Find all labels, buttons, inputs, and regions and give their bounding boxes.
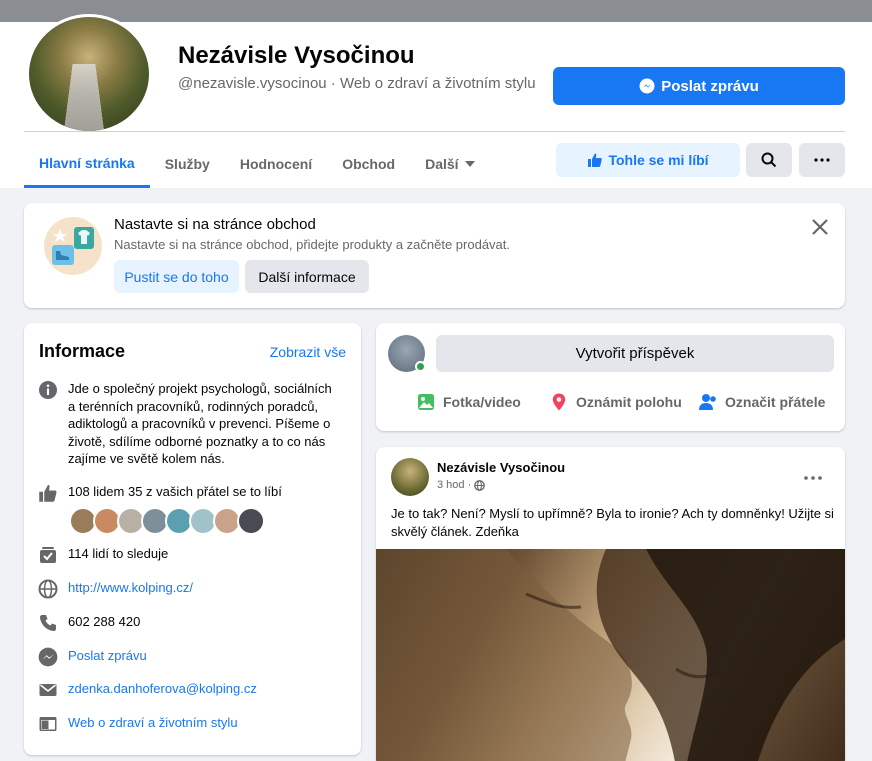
tab-more[interactable]: Další (410, 140, 489, 188)
tag-friends-label: Označit přátele (725, 394, 826, 410)
like-button[interactable]: Tohle se mi líbí (556, 143, 740, 177)
start-shop-button[interactable]: Pustit se do toho (114, 260, 239, 293)
tab-home[interactable]: Hlavní stránka (24, 140, 150, 188)
close-icon[interactable] (810, 217, 830, 237)
messenger-link[interactable]: Poslat zprávu (68, 647, 332, 667)
see-all-link[interactable]: Zobrazit vše (270, 344, 346, 360)
likes-row: 108 lidem 35 z vašich přátel se to líbí (38, 483, 332, 503)
website-row: http://www.kolping.cz/ (38, 579, 332, 599)
caret-down-icon (464, 161, 475, 167)
page-title: Nezávisle Vysočinou (178, 42, 415, 69)
web-category-icon (38, 714, 58, 734)
thumbs-up-icon (588, 153, 603, 167)
tab-more-label: Další (425, 156, 459, 172)
online-indicator (415, 361, 426, 372)
shop-setup-card: Nastavte si na stránce obchod Nastavte s… (24, 203, 845, 308)
website-link[interactable]: http://www.kolping.cz/ (68, 579, 332, 599)
tag-friends-button[interactable]: Označit přátele (698, 392, 825, 412)
category-link[interactable]: Web o zdraví a životním stylu (68, 714, 332, 734)
tab-services[interactable]: Služby (150, 140, 225, 188)
messenger-icon (38, 647, 58, 667)
like-label: Tohle se mi líbí (608, 152, 709, 168)
post-card: Nezávisle Vysočinou 3 hod · Je to tak? N… (376, 447, 845, 761)
shop-title: Nastavte si na stránce obchod (114, 216, 316, 233)
messenger-icon (639, 78, 655, 94)
phone-row: 602 288 420 (38, 613, 332, 633)
follow-icon (38, 545, 58, 565)
info-title: Informace (39, 341, 126, 361)
globe-icon (474, 479, 486, 491)
create-post-card: Vytvořit příspěvek Fotka/video Oznámit p… (376, 323, 845, 431)
likes-text: 108 lidem 35 z vašich přátel se to líbí (68, 484, 282, 499)
tab-shop[interactable]: Obchod (327, 140, 410, 188)
post-image[interactable] (376, 549, 845, 761)
followers-text: 114 lidí to sleduje (68, 546, 169, 561)
check-in-button[interactable]: Oznámit polohu (549, 392, 682, 412)
friend-avatar[interactable] (237, 507, 265, 535)
top-cover-strip (0, 0, 872, 22)
search-button[interactable] (746, 143, 792, 177)
photo-video-label: Fotka/video (443, 394, 521, 410)
category-row: Web o zdraví a životním stylu (38, 714, 332, 734)
post-author-avatar[interactable] (391, 458, 429, 496)
more-icon (814, 158, 830, 162)
mail-icon (38, 680, 58, 700)
post-timestamp[interactable]: 3 hod · (437, 479, 486, 491)
send-message-button[interactable]: Poslat zprávu (553, 67, 845, 105)
page-tabs: Hlavní stránka Služby Hodnocení Obchod D… (24, 140, 490, 188)
friend-avatars (69, 507, 265, 535)
globe-icon (38, 579, 58, 599)
more-icon (804, 476, 822, 480)
page-header: Nezávisle Vysočinou @nezavisle.vysocinou… (0, 14, 872, 188)
info-card: Informace Zobrazit vše Jde o společný pr… (24, 323, 361, 755)
send-message-label: Poslat zprávu (661, 77, 759, 95)
tab-reviews[interactable]: Hodnocení (225, 140, 327, 188)
messenger-row: Poslat zprávu (38, 647, 332, 667)
about-text: Jde o společný projekt psychologů, sociá… (68, 381, 332, 466)
photo-video-button[interactable]: Fotka/video (416, 392, 521, 412)
post-author[interactable]: Nezávisle Vysočinou (437, 460, 565, 475)
about-row: Jde o společný projekt psychologů, sociá… (38, 380, 332, 468)
more-info-button[interactable]: Další informace (245, 260, 369, 293)
post-menu-button[interactable] (804, 467, 822, 485)
followers-row: 114 lidí to sleduje (38, 545, 332, 565)
thumbs-up-icon (38, 483, 58, 503)
phone-text: 602 288 420 (68, 614, 141, 629)
phone-icon (38, 613, 58, 633)
post-text: Je to tak? Není? Myslí to upřímně? Byla … (391, 506, 834, 539)
page-avatar[interactable] (26, 14, 152, 134)
post-time-text: 3 hod · (437, 479, 472, 491)
create-post-button[interactable]: Vytvořit příspěvek (436, 335, 834, 372)
shop-icon (44, 217, 102, 275)
page-handle: @nezavisle.vysocinou · Web o zdraví a ži… (178, 75, 536, 92)
photo-icon (418, 394, 434, 410)
email-row: zdenka.danhoferova@kolping.cz (38, 680, 332, 700)
info-icon (38, 380, 58, 400)
shop-subtitle: Nastavte si na stránce obchod, přidejte … (114, 237, 511, 252)
location-pin-icon (552, 393, 566, 411)
search-icon (761, 152, 777, 168)
tag-friends-icon (699, 394, 716, 410)
email-link[interactable]: zdenka.danhoferova@kolping.cz (68, 680, 332, 700)
header-divider (24, 131, 845, 132)
more-options-button[interactable] (799, 143, 845, 177)
check-in-label: Oznámit polohu (576, 394, 682, 410)
